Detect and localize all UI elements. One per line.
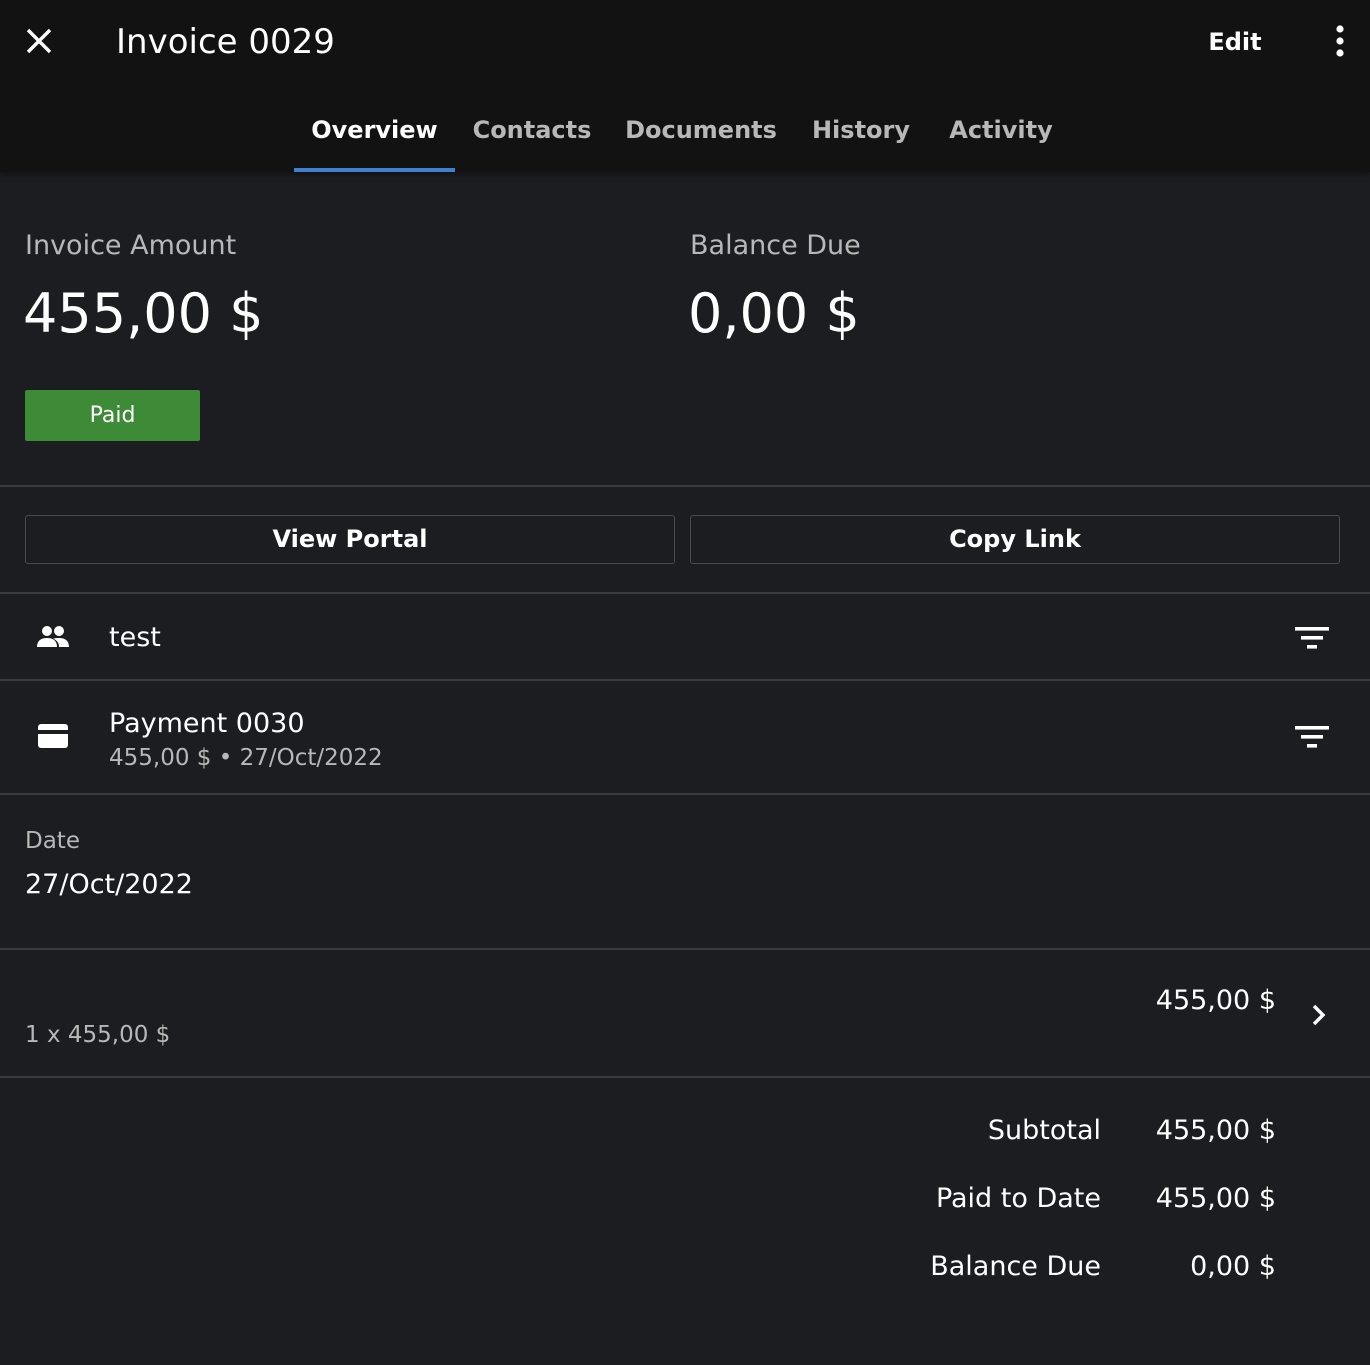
chevron-right-icon — [1306, 1000, 1332, 1030]
invoice-amount-value: 455,00 $ — [23, 282, 264, 345]
filter-icon — [1295, 726, 1329, 748]
totals-balance-due-label: Balance Due — [930, 1251, 1101, 1282]
line-item-row[interactable]: 455,00 $ 1 x 455,00 $ — [0, 950, 1370, 1076]
tab-bar: Overview Contacts Documents History Acti… — [0, 92, 1370, 172]
divider — [0, 485, 1370, 487]
more-options-button[interactable] — [1320, 20, 1360, 62]
divider — [0, 1076, 1370, 1078]
line-item-amount: 455,00 $ — [1155, 985, 1276, 1016]
paid-to-date-value: 455,00 $ — [1155, 1183, 1276, 1214]
subtotal-value: 455,00 $ — [1155, 1115, 1276, 1146]
payment-filter-button[interactable] — [1288, 717, 1336, 757]
status-badge: Paid — [25, 390, 200, 441]
tab-activity[interactable]: Activity — [936, 92, 1066, 172]
tab-label: Activity — [949, 116, 1053, 144]
payment-title: Payment 0030 — [109, 708, 305, 739]
invoice-amount-label: Invoice Amount — [25, 230, 237, 261]
divider — [0, 793, 1370, 795]
totals-balance-due-value: 0,00 $ — [1190, 1251, 1276, 1282]
tab-contacts[interactable]: Contacts — [460, 92, 604, 172]
view-portal-button[interactable]: View Portal — [25, 515, 675, 564]
payment-subtitle: 455,00 $ • 27/Oct/2022 — [109, 745, 383, 771]
client-filter-button[interactable] — [1288, 618, 1336, 658]
line-item-detail: 1 x 455,00 $ — [25, 1022, 171, 1048]
app-bar: Invoice 0029 Edit Overview Contacts Docu… — [0, 0, 1370, 172]
people-icon — [36, 622, 70, 652]
copy-link-button[interactable]: Copy Link — [690, 515, 1340, 564]
close-button[interactable] — [18, 20, 60, 62]
credit-card-icon — [38, 723, 68, 749]
payment-row[interactable]: Payment 0030 455,00 $ • 27/Oct/2022 — [0, 681, 1370, 793]
balance-due-label: Balance Due — [690, 230, 861, 261]
filter-icon — [1295, 627, 1329, 649]
balance-due-value: 0,00 $ — [688, 282, 860, 345]
page-title: Invoice 0029 — [116, 22, 335, 62]
edit-button[interactable]: Edit — [1196, 22, 1274, 62]
client-name: test — [109, 622, 161, 653]
tab-label: History — [811, 116, 911, 144]
tab-label: Documents — [625, 116, 777, 144]
tab-documents[interactable]: Documents — [612, 92, 790, 172]
date-label: Date — [25, 828, 80, 854]
tab-overview[interactable]: Overview — [294, 92, 455, 172]
close-icon — [26, 28, 52, 54]
tab-indicator — [294, 168, 455, 172]
client-row[interactable]: test — [0, 594, 1370, 679]
tab-label: Overview — [311, 116, 438, 144]
tab-history[interactable]: History — [798, 92, 924, 172]
paid-to-date-label: Paid to Date — [935, 1183, 1101, 1214]
invoice-view: Invoice 0029 Edit Overview Contacts Docu… — [0, 0, 1370, 1365]
subtotal-label: Subtotal — [987, 1115, 1101, 1146]
more-vertical-icon — [1336, 25, 1344, 57]
tab-label: Contacts — [472, 116, 592, 144]
date-value: 27/Oct/2022 — [25, 869, 193, 900]
